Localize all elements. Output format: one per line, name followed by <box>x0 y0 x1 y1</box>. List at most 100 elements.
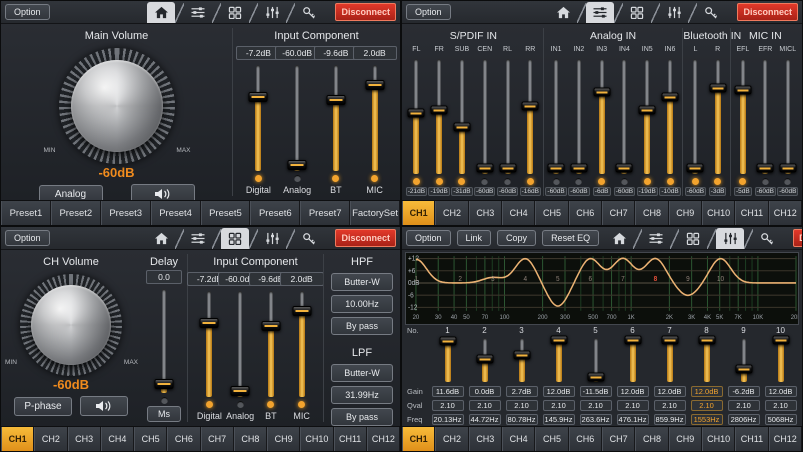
phase-button[interactable]: P-phase <box>14 397 72 416</box>
channel-tab-1[interactable]: CH1 <box>402 427 435 451</box>
channel-tab-9[interactable]: CH9 <box>267 427 300 451</box>
slider-handle[interactable] <box>587 373 604 382</box>
channel-tab-3[interactable]: CH3 <box>469 427 502 451</box>
eq-band-slider-10[interactable] <box>762 336 799 384</box>
band-qval-value[interactable]: 2.10 <box>469 400 501 411</box>
hpf-type-button[interactable]: Butter-W <box>331 273 393 291</box>
slider-handle[interactable] <box>735 365 752 374</box>
band-qval-value[interactable]: 2.10 <box>432 400 464 411</box>
band-qval-value[interactable]: 2.10 <box>543 400 575 411</box>
nav-tab-mixer[interactable] <box>586 2 614 23</box>
channel-tab-11[interactable]: CH11 <box>334 427 367 451</box>
band-qval-value[interactable]: 2.10 <box>506 400 538 411</box>
volume-knob[interactable]: MINMAX <box>20 274 122 376</box>
lpf-type-button[interactable]: Butter-W <box>331 364 393 382</box>
slider-handle[interactable] <box>639 106 656 115</box>
nav-tab-home[interactable] <box>549 2 577 23</box>
slider-handle[interactable] <box>698 336 715 345</box>
input-slider-mic[interactable] <box>365 63 385 173</box>
slider-handle[interactable] <box>476 355 493 364</box>
band-gain-value[interactable]: -11.5dB <box>580 386 612 397</box>
band-freq-value[interactable]: 476.1Hz <box>617 414 649 425</box>
band-freq-value[interactable]: 20.13Hz <box>432 414 464 425</box>
band-gain-value[interactable]: 12.0dB <box>543 386 575 397</box>
option-button[interactable]: Option <box>406 4 451 20</box>
preset-tab-5[interactable]: Preset5 <box>201 201 251 225</box>
channel-tab-9[interactable]: CH9 <box>669 201 702 225</box>
eq-band-slider-3[interactable] <box>503 336 540 384</box>
slider-handle[interactable] <box>231 386 250 396</box>
nav-tab-grid[interactable] <box>623 2 651 23</box>
input-slider-rl[interactable] <box>500 57 516 176</box>
band-qval-value[interactable]: 2.10 <box>728 400 760 411</box>
nav-tab-mixer[interactable] <box>184 2 212 23</box>
channel-tab-2[interactable]: CH2 <box>435 427 468 451</box>
preset-tab-2[interactable]: Preset2 <box>51 201 101 225</box>
channel-tab-9[interactable]: CH9 <box>669 427 702 451</box>
slider-handle[interactable] <box>453 122 470 131</box>
input-slider-digital[interactable] <box>248 63 268 173</box>
input-slider-digital[interactable] <box>199 289 219 399</box>
band-gain-value[interactable]: 12.0dB <box>691 386 723 397</box>
slider-handle[interactable] <box>365 80 384 90</box>
slider-handle[interactable] <box>757 163 774 172</box>
slider-handle[interactable] <box>249 92 268 102</box>
input-slider-efr[interactable] <box>757 57 773 176</box>
nav-tab-grid[interactable] <box>221 228 249 249</box>
input-slider-fr[interactable] <box>431 57 447 176</box>
slider-handle[interactable] <box>593 87 610 96</box>
disconnect-button[interactable]: Disconnect <box>335 229 396 247</box>
channel-tab-5[interactable]: CH5 <box>535 427 568 451</box>
band-gain-value[interactable]: 12.0dB <box>654 386 686 397</box>
band-qval-value[interactable]: 2.10 <box>691 400 723 411</box>
channel-tab-5[interactable]: CH5 <box>535 201 568 225</box>
channel-tab-11[interactable]: CH11 <box>735 427 768 451</box>
band-gain-value[interactable]: 2.7dB <box>506 386 538 397</box>
slider-handle[interactable] <box>570 163 587 172</box>
channel-tab-10[interactable]: CH10 <box>702 201 735 225</box>
input-slider-bt[interactable] <box>326 63 346 173</box>
band-qval-value[interactable]: 2.10 <box>580 400 612 411</box>
eq-band-slider-2[interactable] <box>466 336 503 384</box>
nav-tab-faders[interactable] <box>258 2 286 23</box>
delay-slider[interactable] <box>154 287 174 395</box>
channel-tab-6[interactable]: CH6 <box>167 427 200 451</box>
nav-tab-home[interactable] <box>147 228 175 249</box>
nav-tab-key[interactable] <box>295 2 323 23</box>
slider-handle[interactable] <box>476 163 493 172</box>
band-freq-value[interactable]: 80.78Hz <box>506 414 538 425</box>
preset-tab-6[interactable]: Preset6 <box>250 201 300 225</box>
channel-tab-1[interactable]: CH1 <box>1 427 34 451</box>
disconnect-button[interactable]: Disconnect <box>737 3 798 21</box>
band-gain-value[interactable]: 0.0dB <box>469 386 501 397</box>
nav-tab-mixer[interactable] <box>642 228 670 249</box>
slider-handle[interactable] <box>288 160 307 170</box>
input-slider-in4[interactable] <box>616 57 632 176</box>
eq-band-slider-5[interactable] <box>577 336 614 384</box>
slider-handle[interactable] <box>513 351 530 360</box>
channel-tab-7[interactable]: CH7 <box>602 427 635 451</box>
slider-handle[interactable] <box>200 318 219 328</box>
channel-tab-10[interactable]: CH10 <box>702 427 735 451</box>
channel-tab-7[interactable]: CH7 <box>201 427 234 451</box>
channel-tab-2[interactable]: CH2 <box>435 201 468 225</box>
slider-handle[interactable] <box>616 163 633 172</box>
channel-tab-11[interactable]: CH11 <box>735 201 768 225</box>
channel-tab-3[interactable]: CH3 <box>469 201 502 225</box>
link-button[interactable]: Link <box>457 230 492 246</box>
eq-band-slider-7[interactable] <box>651 336 688 384</box>
slider-handle[interactable] <box>709 83 726 92</box>
band-freq-value[interactable]: 1553Hz <box>691 414 723 425</box>
eq-band-slider-9[interactable] <box>725 336 762 384</box>
preset-tab-3[interactable]: Preset3 <box>101 201 151 225</box>
hpf-freq-button[interactable]: 10.00Hz <box>331 295 393 313</box>
band-qval-value[interactable]: 2.10 <box>654 400 686 411</box>
channel-tab-12[interactable]: CH12 <box>367 427 400 451</box>
band-freq-value[interactable]: 5068Hz <box>765 414 797 425</box>
input-slider-cen[interactable] <box>477 57 493 176</box>
eq-band-slider-6[interactable] <box>614 336 651 384</box>
slider-handle[interactable] <box>772 336 789 345</box>
lpf-bypass-button[interactable]: By pass <box>331 408 393 426</box>
nav-tab-key[interactable] <box>753 228 781 249</box>
channel-tab-8[interactable]: CH8 <box>635 427 668 451</box>
